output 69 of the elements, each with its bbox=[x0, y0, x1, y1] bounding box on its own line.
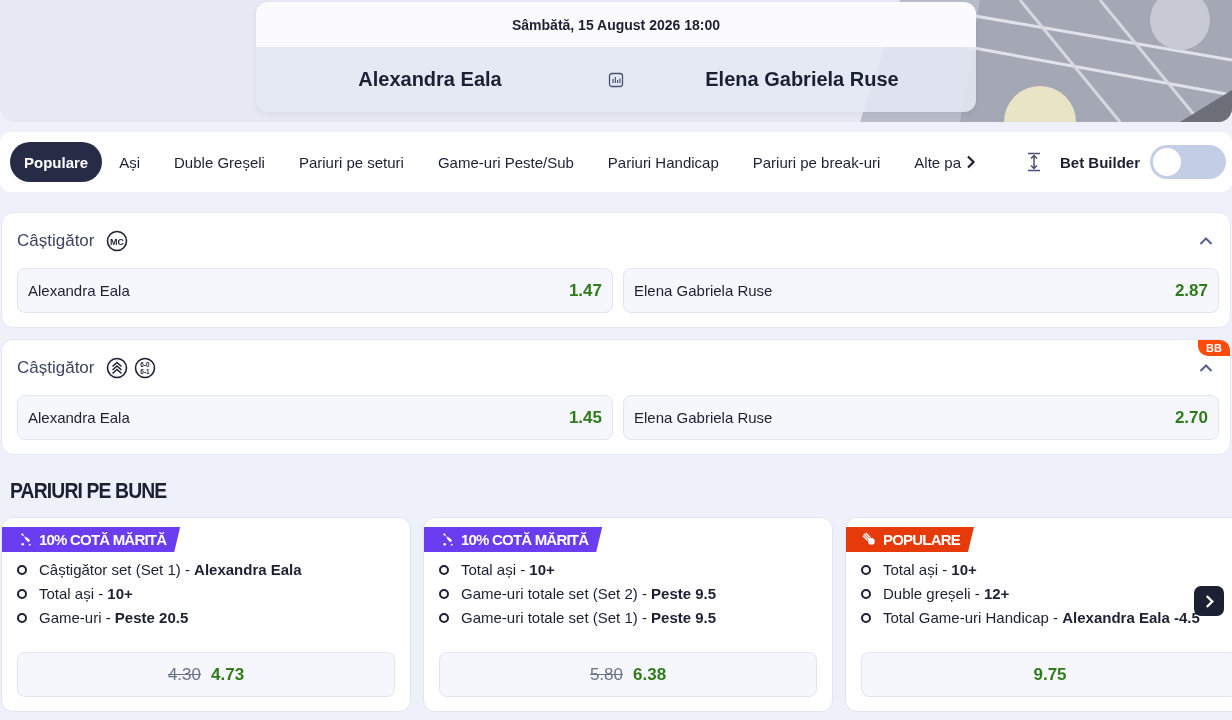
leg-marker-icon bbox=[861, 588, 871, 599]
market-tab[interactable]: Pariuri pe seturi bbox=[281, 142, 421, 182]
chevron-up-icon[interactable] bbox=[1199, 236, 1213, 246]
expand-icon[interactable] bbox=[1026, 152, 1042, 172]
odds-value: 1.47 bbox=[568, 280, 602, 301]
stats-icon[interactable] bbox=[608, 71, 624, 88]
odds-value: 4.73 bbox=[211, 664, 245, 685]
bet-builder-label: Bet Builder bbox=[1060, 153, 1140, 171]
odds-button[interactable]: 9.75 bbox=[861, 652, 1232, 697]
bet-leg: Total ași - 10+ bbox=[39, 585, 133, 602]
player-name: Alexandra Eala bbox=[357, 68, 503, 91]
chevron-up-icon[interactable] bbox=[1199, 363, 1213, 373]
leg-marker-icon bbox=[439, 588, 449, 599]
player-name: Elena Gabriela Ruse bbox=[704, 68, 900, 91]
promo-tag: 10% COTĂ MĂRITĂ bbox=[2, 527, 181, 552]
bet-builder-badge: BB bbox=[1198, 340, 1230, 356]
market-tab[interactable]: Alte pa bbox=[897, 142, 978, 182]
market-title: Câștigător bbox=[17, 358, 95, 378]
leg-marker-icon bbox=[17, 588, 27, 599]
chevron-right-icon bbox=[1203, 593, 1215, 609]
odds-value: 6.38 bbox=[633, 664, 667, 685]
market-tab[interactable]: Ași bbox=[102, 142, 158, 182]
bet-leg: Total ași - 10+ bbox=[461, 561, 555, 578]
outcome-name: Elena Gabriela Ruse bbox=[634, 409, 773, 426]
market-title: Câștigător bbox=[17, 231, 95, 251]
market-code-icon: MC bbox=[106, 230, 129, 252]
bet-leg: Game-uri totale set (Set 1) - Peste 9.5 bbox=[461, 609, 717, 626]
odds-button[interactable]: 4.30 4.73 bbox=[17, 652, 395, 697]
odds-value: 1.45 bbox=[568, 407, 602, 428]
promo-tag: 10% COTĂ MĂRITĂ bbox=[424, 527, 603, 552]
leg-marker-icon bbox=[861, 612, 871, 623]
bet-builder-toggle[interactable] bbox=[1150, 145, 1226, 179]
odds-value: 9.75 bbox=[1033, 664, 1067, 685]
rocket-icon bbox=[18, 532, 33, 547]
market-tab[interactable]: Game-uri Peste/Sub bbox=[420, 142, 591, 182]
odds-button[interactable]: 5.80 6.38 bbox=[439, 652, 817, 697]
leg-marker-icon bbox=[17, 612, 27, 623]
promo-tag: POPULARE bbox=[846, 527, 974, 552]
outcome-name: Alexandra Eala bbox=[28, 409, 130, 426]
outcome-name: Elena Gabriela Ruse bbox=[634, 282, 773, 299]
leg-marker-icon bbox=[861, 564, 871, 575]
odds-value: 2.70 bbox=[1174, 407, 1208, 428]
market-tab[interactable]: Populare bbox=[10, 142, 103, 182]
outcome-name: Alexandra Eala bbox=[28, 282, 130, 299]
section-title: PARIURI PE BUNE bbox=[10, 477, 168, 505]
market-tab[interactable]: Pariuri pe break-uri bbox=[735, 142, 898, 182]
old-odds: 5.80 bbox=[589, 664, 623, 685]
leg-marker-icon bbox=[17, 564, 27, 575]
market-tab[interactable]: Duble Greșeli bbox=[157, 142, 282, 182]
match-date: Sâmbătă, 15 August 2026 18:00 bbox=[256, 2, 976, 47]
leg-marker-icon bbox=[439, 564, 449, 575]
rocket-icon bbox=[440, 532, 455, 547]
odds-button[interactable]: Alexandra Eala 1.47 bbox=[17, 268, 613, 313]
odds-button[interactable]: Alexandra Eala 1.45 bbox=[17, 395, 613, 440]
bet-leg: Total ași - 10+ bbox=[883, 561, 977, 578]
bet-leg: Game-uri - Peste 20.5 bbox=[39, 609, 189, 626]
bet-leg: Duble greșeli - 12+ bbox=[883, 585, 1010, 602]
bet-leg: Game-uri totale set (Set 2) - Peste 9.5 bbox=[461, 585, 717, 602]
old-odds: 4.30 bbox=[167, 664, 201, 685]
market-tab[interactable]: Pariuri Handicap bbox=[590, 142, 736, 182]
odds-button[interactable]: Elena Gabriela Ruse 2.87 bbox=[623, 268, 1219, 313]
chevron-right-icon[interactable] bbox=[966, 155, 976, 169]
bet-leg: Total Game-uri Handicap - Alexandra Eala -4.5 bbox=[883, 609, 1200, 626]
comet-icon bbox=[862, 532, 877, 547]
odds-value: 2.87 bbox=[1174, 280, 1208, 301]
odds-button[interactable]: Elena Gabriela Ruse 2.70 bbox=[623, 395, 1219, 440]
double-chevron-icon bbox=[106, 357, 129, 379]
leg-marker-icon bbox=[439, 612, 449, 623]
bet-leg: Câștigător set (Set 1) - Alexandra Eala bbox=[39, 561, 302, 578]
